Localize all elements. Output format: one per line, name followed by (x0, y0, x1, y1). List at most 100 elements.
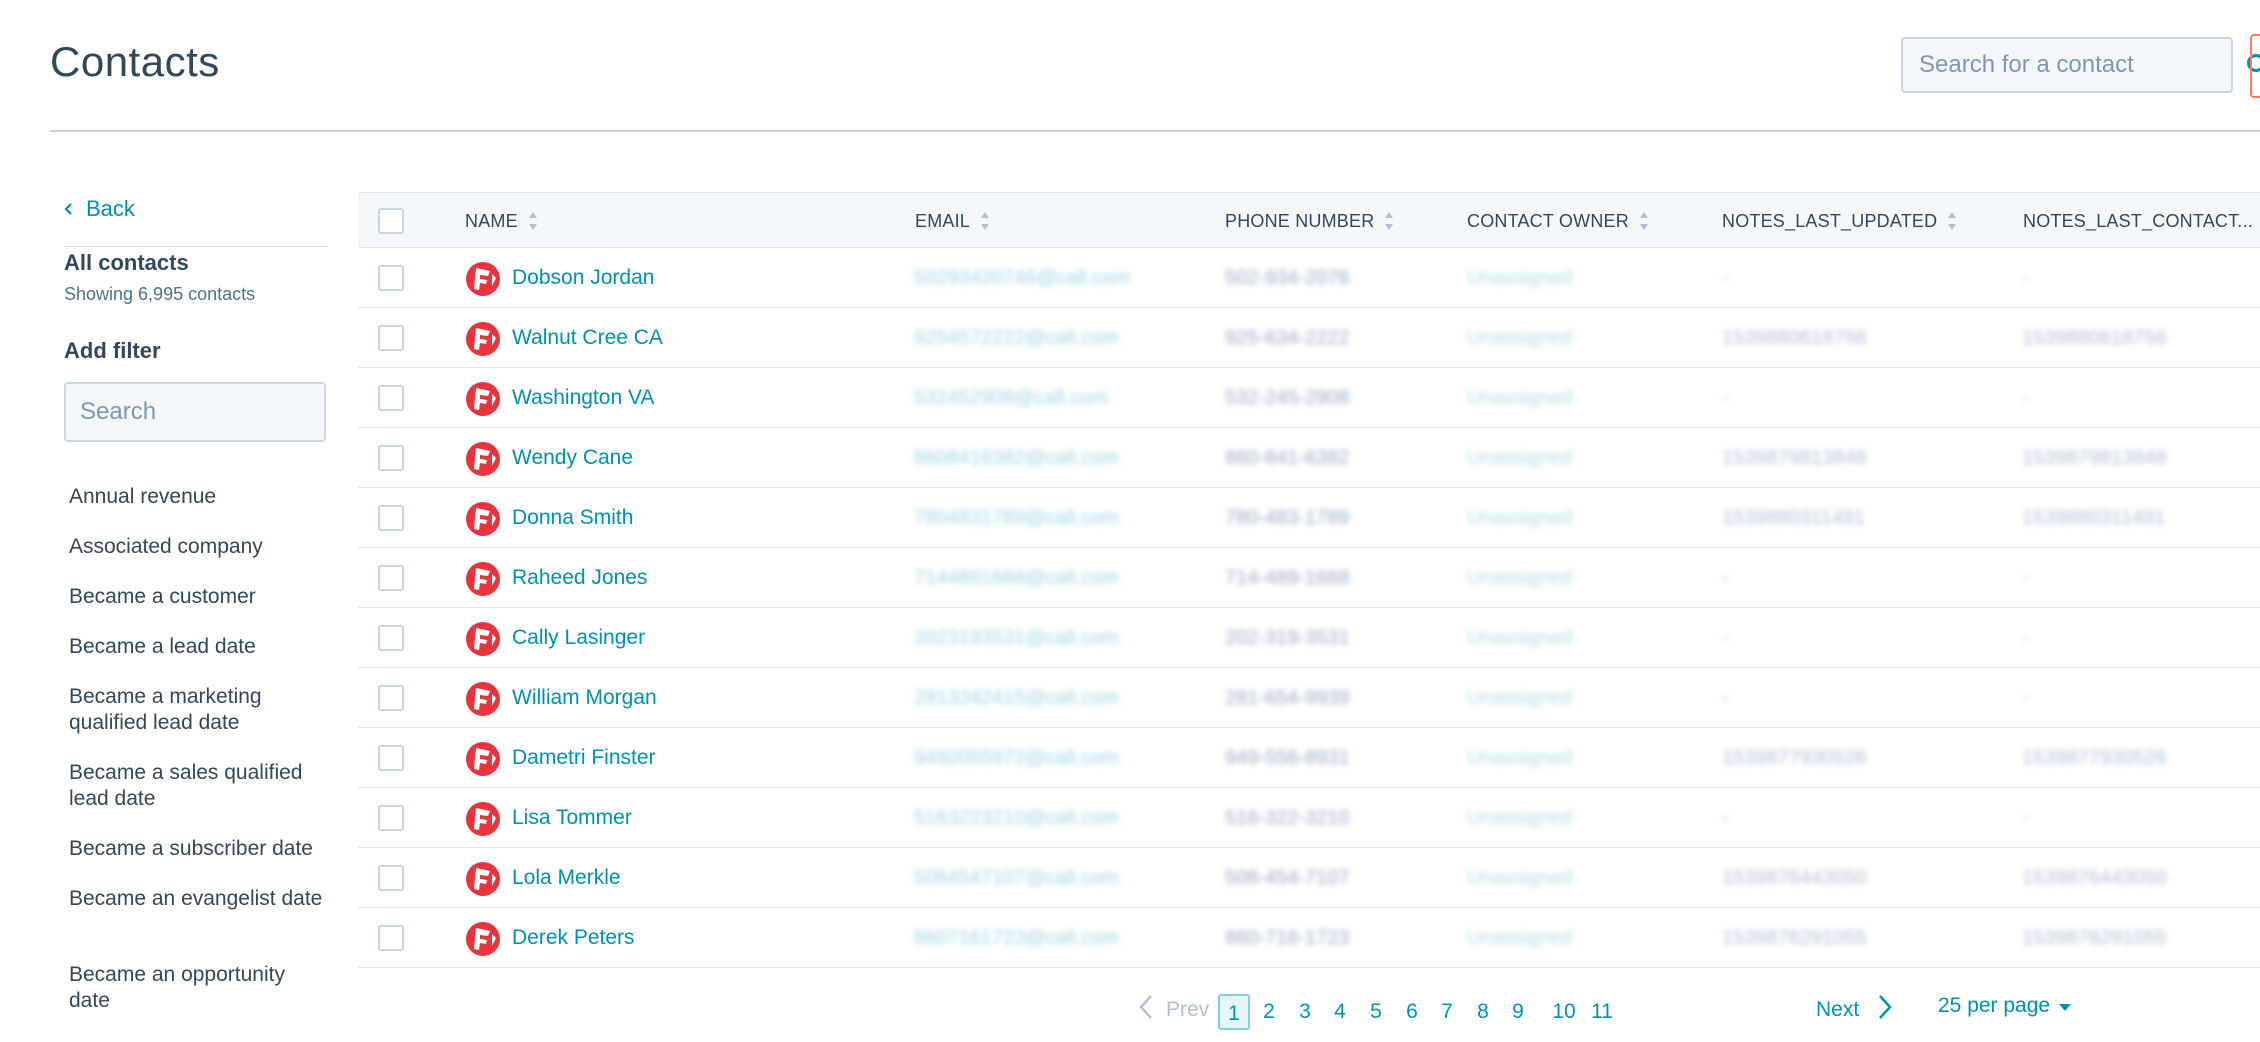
table-row[interactable]: Donna Smith 7804831789@call.com 780-483-17… (358, 488, 2260, 548)
page-number-button[interactable]: 4 (1327, 994, 1353, 1030)
contact-name-link[interactable]: Derek Peters (512, 908, 635, 968)
contact-search-input[interactable] (1903, 39, 2245, 91)
filter-search-input[interactable] (64, 382, 326, 442)
contact-name-link[interactable]: Cally Lasinger (512, 608, 645, 668)
sort-icon[interactable] (528, 210, 538, 232)
page-number-button[interactable]: 2 (1256, 994, 1282, 1030)
row-checkbox[interactable] (378, 505, 404, 531)
column-header-notes-last-updated[interactable]: NOTES_LAST_UPDATED (1722, 193, 1957, 249)
next-page-button[interactable]: Next (1816, 994, 1893, 1026)
table-row[interactable]: Lisa Tommer 5163223210@call.com 516-322-32… (358, 788, 2260, 848)
row-checkbox[interactable] (378, 565, 404, 591)
cell-email[interactable]: 50293420746@call.com (914, 248, 1130, 308)
table-row[interactable]: Lola Merkle 5084547107@call.com 508-454-71… (358, 848, 2260, 908)
contact-name-link[interactable]: William Morgan (512, 668, 657, 728)
cell-email[interactable]: 7144891668@call.com (914, 548, 1119, 608)
column-label: NOTES_LAST_CONTACT... (2023, 210, 2253, 231)
cell-email[interactable]: 532452908@call.com (914, 368, 1108, 428)
select-all-checkbox[interactable] (378, 208, 404, 234)
sidebar-divider (64, 246, 328, 247)
table-row[interactable]: Derek Peters 8607161723@call.com 860-716-1… (358, 908, 2260, 968)
table-row[interactable]: Walnut Cree CA 9254572222@call.com 925-634… (358, 308, 2260, 368)
contact-name-link[interactable]: Lola Merkle (512, 848, 621, 908)
row-checkbox[interactable] (378, 745, 404, 771)
filter-option[interactable]: Became an opportunity date (69, 962, 331, 1014)
cell-owner: Unassigned (1467, 267, 1573, 289)
per-page-select[interactable]: 25 per page (1938, 994, 2072, 1018)
page-number-button[interactable]: 1 (1218, 994, 1250, 1030)
filter-option[interactable]: Associated company (69, 534, 331, 560)
filter-option[interactable]: Annual revenue (69, 484, 331, 510)
page-number-button[interactable]: 3 (1292, 994, 1318, 1030)
contact-name-link[interactable]: Lisa Tommer (512, 788, 632, 848)
cell-email[interactable]: 8607161723@call.com (914, 908, 1119, 968)
table-row[interactable]: Dobson Jordan 50293420746@call.com 502-934… (358, 248, 2260, 308)
column-header-name[interactable]: NAME (465, 193, 538, 249)
row-checkbox[interactable] (378, 325, 404, 351)
sort-icon[interactable] (1639, 210, 1649, 232)
contact-name-link[interactable]: Dobson Jordan (512, 248, 654, 308)
page-number-button[interactable]: 5 (1363, 994, 1389, 1030)
contact-name-link[interactable]: Walnut Cree CA (512, 308, 663, 368)
filter-option[interactable]: Became a customer (69, 584, 331, 610)
row-checkbox[interactable] (378, 445, 404, 471)
back-link[interactable]: Back (64, 196, 135, 222)
page-number-button[interactable]: 8 (1470, 994, 1496, 1030)
cell-email[interactable]: 5163223210@call.com (914, 788, 1119, 848)
contact-avatar-icon (466, 802, 500, 836)
table-row[interactable]: Dametri Finster 9492055972@call.com 949-55… (358, 728, 2260, 788)
row-checkbox[interactable] (378, 865, 404, 891)
contact-name-link[interactable]: Wendy Cane (512, 428, 633, 488)
cell-email[interactable]: 2023193531@call.com (914, 608, 1119, 668)
row-checkbox[interactable] (378, 265, 404, 291)
cell-phone: 202-319-3531 (1225, 627, 1350, 649)
row-checkbox[interactable] (378, 385, 404, 411)
table-row[interactable]: Cally Lasinger 2023193531@call.com 202-319… (358, 608, 2260, 668)
sort-icon[interactable] (980, 210, 990, 232)
filter-option[interactable]: Became a marketing qualified lead date (69, 684, 331, 736)
filter-option[interactable]: Became an evangelist date (69, 886, 331, 912)
cell-email[interactable]: 8608416382@call.com (914, 428, 1119, 488)
cell-email[interactable]: 9492055972@call.com (914, 728, 1119, 788)
table-row[interactable]: Washington VA 532452908@call.com 532-245-2… (358, 368, 2260, 428)
column-header-email[interactable]: EMAIL (915, 193, 990, 249)
page-number-button[interactable]: 9 (1505, 994, 1531, 1030)
table-row[interactable]: Wendy Cane 8608416382@call.com 860-841-638… (358, 428, 2260, 488)
page-number-button[interactable]: 6 (1399, 994, 1425, 1030)
column-header-notes-last-contacted[interactable]: NOTES_LAST_CONTACT... (2023, 193, 2253, 249)
filter-option[interactable]: Became a sales qualified lead date (69, 760, 331, 812)
cell-phone: 516-322-3210 (1225, 807, 1350, 829)
column-label: CONTACT OWNER (1467, 210, 1629, 231)
column-header-owner[interactable]: CONTACT OWNER (1467, 193, 1649, 249)
contact-name-link[interactable]: Washington VA (512, 368, 654, 428)
create-contact-button-edge[interactable] (2250, 34, 2260, 98)
contact-name-link[interactable]: Dametri Finster (512, 728, 656, 788)
prev-label: Prev (1166, 998, 1210, 1021)
row-checkbox[interactable] (378, 805, 404, 831)
cell-email[interactable]: 7804831789@call.com (914, 488, 1119, 548)
page-number-button[interactable]: 11 (1584, 994, 1620, 1030)
contact-name-link[interactable]: Donna Smith (512, 488, 633, 548)
cell-email[interactable]: 5084547107@call.com (914, 848, 1119, 908)
cell-notes-last-updated: - (1722, 687, 1729, 709)
table-row[interactable]: Raheed Jones 7144891668@call.com 714-489-1… (358, 548, 2260, 608)
cell-email[interactable]: 2813342415@call.com (914, 668, 1119, 728)
column-label: NAME (465, 210, 518, 231)
cell-email[interactable]: 9254572222@call.com (914, 308, 1119, 368)
contact-search-box[interactable] (1901, 37, 2260, 93)
contact-name-link[interactable]: Raheed Jones (512, 548, 647, 608)
contact-avatar-icon (466, 562, 500, 596)
table-row[interactable]: William Morgan 2813342415@call.com 281-654… (358, 668, 2260, 728)
filter-option[interactable]: Became a lead date (69, 634, 331, 660)
row-checkbox[interactable] (378, 625, 404, 651)
page-number-button[interactable]: 7 (1434, 994, 1460, 1030)
prev-page-button[interactable]: Prev (1138, 994, 1209, 1026)
page-number-button[interactable]: 10 (1546, 994, 1582, 1030)
column-header-phone[interactable]: PHONE NUMBER (1225, 193, 1394, 249)
sort-icon[interactable] (1947, 210, 1957, 232)
sort-icon[interactable] (1384, 210, 1394, 232)
row-checkbox[interactable] (378, 685, 404, 711)
contact-avatar-icon (466, 742, 500, 776)
filter-option[interactable]: Became a subscriber date (69, 836, 331, 862)
row-checkbox[interactable] (378, 925, 404, 951)
